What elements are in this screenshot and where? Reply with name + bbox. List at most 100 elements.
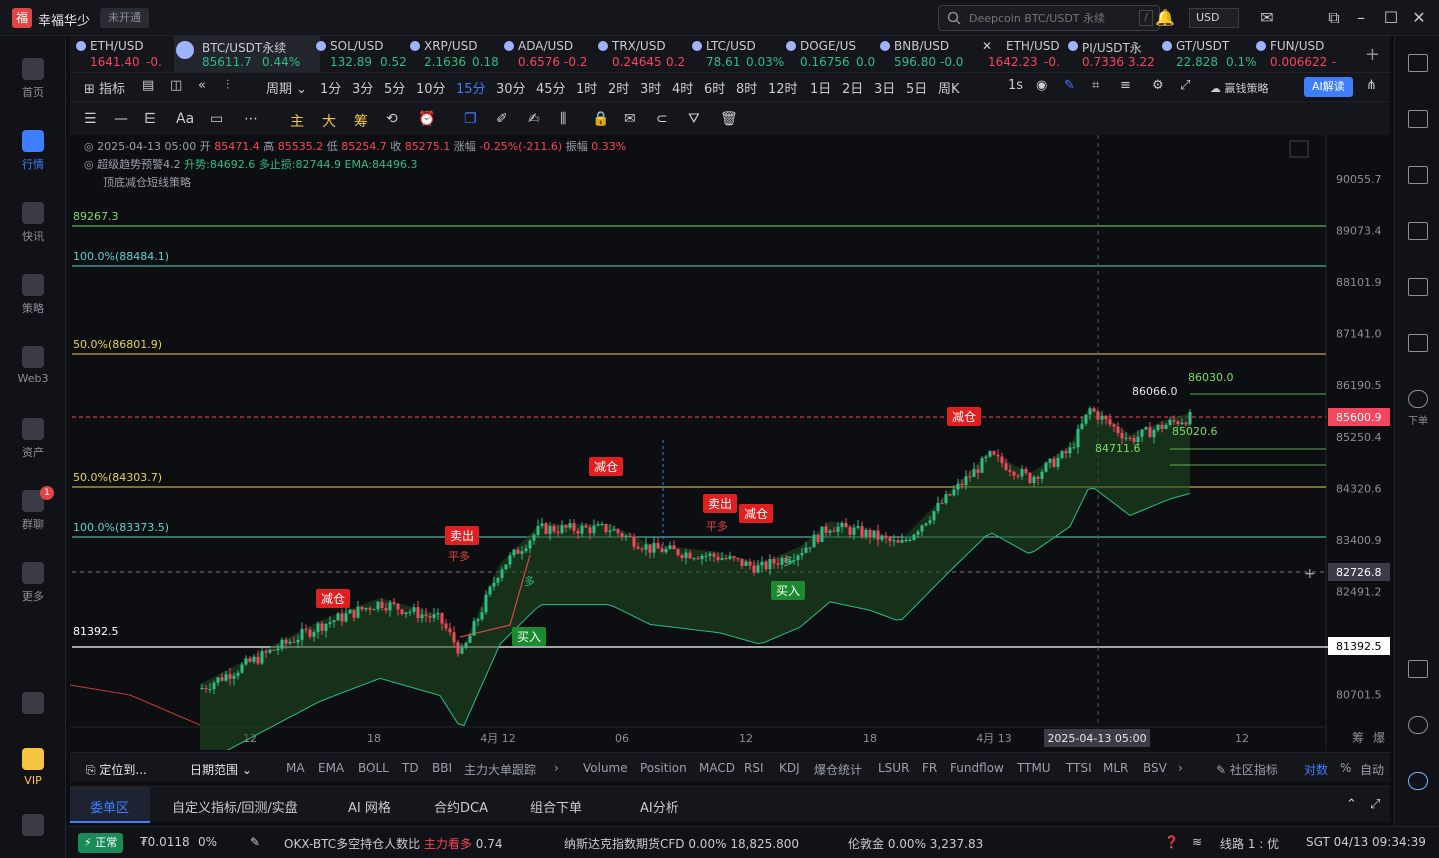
ticker-tab[interactable]: XRP/USD 2.1636 0.18	[410, 36, 508, 72]
ticker-tab[interactable]: SOL/USD 132.89 0.52	[316, 36, 414, 72]
ind-macd[interactable]: MACD	[699, 761, 735, 775]
ind-ema[interactable]: EMA	[318, 761, 344, 775]
monitor-icon[interactable]	[1408, 278, 1428, 296]
document-icon[interactable]	[1408, 110, 1428, 128]
percent-scale-toggle[interactable]: %	[1340, 761, 1351, 775]
nav-home[interactable]: 首页	[0, 58, 66, 100]
ind-td[interactable]: TD	[402, 761, 419, 775]
text-tool-icon[interactable]: Aa	[176, 111, 194, 127]
tf-10m[interactable]: 10分	[416, 78, 446, 97]
nav-vip[interactable]: VIP	[0, 748, 66, 787]
line-tool-icon[interactable]: —	[114, 111, 128, 127]
ind-ttmu[interactable]: TTMU	[1017, 761, 1051, 775]
indicators-button[interactable]: ⊞ 指标	[84, 78, 125, 97]
layout-grid-icon[interactable]	[1408, 54, 1428, 72]
tab-orders[interactable]: 委单区	[90, 797, 129, 816]
ticker-tab[interactable]: GT/USDT 22.828 0.1%	[1162, 36, 1260, 72]
nav-settings[interactable]	[0, 814, 66, 840]
tf-2d[interactable]: 2日	[842, 78, 863, 97]
ticker-tab[interactable]: FUN/USD 0.006622-	[1256, 36, 1354, 72]
crop-icon[interactable]: ⌗	[1092, 78, 1099, 93]
tf-1d[interactable]: 1日	[810, 78, 831, 97]
log-scale-toggle[interactable]: 对数	[1304, 761, 1328, 778]
fib-tool-icon[interactable]: ⋿	[144, 111, 156, 127]
tf-30m[interactable]: 30分	[496, 78, 526, 97]
close-icon[interactable]: ✕	[1410, 9, 1428, 27]
chevron-right-icon[interactable]: ›	[554, 761, 559, 775]
mail-icon[interactable]: ✉	[1258, 9, 1276, 27]
ind-rsi[interactable]: RSI	[744, 761, 764, 775]
assistant-icon[interactable]	[1408, 772, 1428, 790]
username[interactable]: 幸福华少	[38, 10, 90, 29]
auto-scale-toggle[interactable]: 自动	[1360, 761, 1384, 778]
tf-1m[interactable]: 1分	[320, 78, 341, 97]
chart-up-icon[interactable]	[1408, 222, 1428, 240]
lock-icon[interactable]: 🔒	[592, 111, 609, 127]
tab-ai-grid[interactable]: AI 网格	[348, 797, 391, 816]
bell-icon[interactable]: 🔔	[1155, 9, 1175, 27]
tf-5d[interactable]: 5日	[906, 78, 927, 97]
fullscreen-icon[interactable]: ⤢	[1180, 78, 1190, 93]
camera-icon[interactable]: ◉	[1036, 78, 1047, 93]
ticker-tab[interactable]: DOGE/US 0.16756 0.0	[786, 36, 884, 72]
tab-combo-order[interactable]: 组合下单	[530, 797, 582, 816]
date-range-dropdown[interactable]: 日期范围 ⌄	[190, 761, 252, 778]
ind-fundflow[interactable]: Fundflow	[950, 761, 1004, 775]
earn-strategy-button[interactable]: ☁ 赢钱策略	[1210, 80, 1269, 96]
tf-3d[interactable]: 3日	[874, 78, 895, 97]
network-line[interactable]: 线路 1 : 优	[1220, 835, 1279, 852]
tf-45m[interactable]: 45分	[536, 78, 566, 97]
kline-chart[interactable]: 90055.7 89073.4 88101.9 87141.0 86190.5 85250…	[70, 135, 1390, 750]
ind-position[interactable]: Position	[640, 761, 687, 775]
minimize-icon[interactable]: –	[1352, 9, 1370, 27]
ind-fr[interactable]: FR	[922, 761, 937, 775]
collapse-icon[interactable]: ◎	[84, 140, 97, 153]
brush-icon[interactable]: ✍	[528, 111, 540, 127]
ind-mlr[interactable]: MLR	[1103, 761, 1128, 775]
main-chart-toggle[interactable]: 主	[290, 111, 304, 131]
help-icon[interactable]: ❓	[1164, 835, 1179, 849]
community-indicator-button[interactable]: ✎ 社区指标	[1216, 761, 1278, 778]
tf-6h[interactable]: 6时	[704, 78, 725, 97]
search-input[interactable]	[969, 10, 1129, 26]
alert-icon[interactable]: ⏰	[418, 111, 435, 127]
nav-web3[interactable]: Web3	[0, 346, 66, 385]
tf-15m[interactable]: 15分	[456, 78, 486, 97]
ind-ttsi[interactable]: TTSI	[1066, 761, 1092, 775]
close-tab-icon[interactable]: ✕	[982, 39, 992, 53]
tf-1s[interactable]: 1s	[1008, 78, 1023, 93]
nav-more[interactable]: 更多	[0, 562, 66, 604]
verify-badge[interactable]: 未开通	[100, 8, 149, 28]
tf-5m[interactable]: 5分	[384, 78, 405, 97]
eye-icon[interactable]: ◎	[84, 158, 97, 171]
card-icon[interactable]	[1408, 334, 1428, 352]
nav-assets[interactable]: 资产	[0, 418, 66, 460]
maximize-icon[interactable]: ☐	[1382, 9, 1400, 27]
tf-week[interactable]: 周K	[938, 78, 960, 97]
panel-icon[interactable]	[1408, 660, 1428, 678]
ticker-tab[interactable]: TRX/USD 0.24645 0.2	[598, 36, 696, 72]
ind-big-order[interactable]: 主力大单跟踪	[464, 761, 536, 778]
nav-news[interactable]: 快讯	[0, 202, 66, 244]
ind-liquidation[interactable]: 爆仓统计	[814, 761, 862, 778]
popout-icon[interactable]: ⧉	[1325, 9, 1343, 27]
ind-bsv[interactable]: BSV	[1143, 761, 1167, 775]
dollar-icon[interactable]	[1408, 166, 1428, 184]
order-icon[interactable]	[1408, 390, 1428, 408]
nav-strategy[interactable]: 策略	[0, 274, 66, 316]
locate-button[interactable]: ⎘ 定位到...	[86, 761, 147, 778]
layout-icon[interactable]: ◫	[170, 78, 182, 93]
chart-canvas[interactable]: 90055.7 89073.4 88101.9 87141.0 86190.5 85250…	[70, 135, 1390, 750]
pencil-icon[interactable]: ✎	[250, 835, 260, 849]
expand-icon[interactable]: ⤢	[1370, 797, 1380, 812]
ai-analyze-button[interactable]: AI解读	[1304, 77, 1353, 97]
big-order-toggle[interactable]: 大	[322, 111, 336, 131]
tf-1h[interactable]: 1时	[576, 78, 597, 97]
nav-device[interactable]	[0, 692, 66, 718]
refresh-icon[interactable]: ⟲	[386, 111, 398, 127]
tf-8h[interactable]: 8时	[736, 78, 757, 97]
ticker-okx-ratio[interactable]: OKX-BTC多空持仓人数比 主力看多 0.74	[284, 835, 502, 852]
menu-icon[interactable]: ☰	[84, 111, 97, 127]
pen-icon[interactable]: ✐	[496, 111, 508, 127]
period-dropdown[interactable]: 周期 ⌄	[266, 78, 307, 97]
